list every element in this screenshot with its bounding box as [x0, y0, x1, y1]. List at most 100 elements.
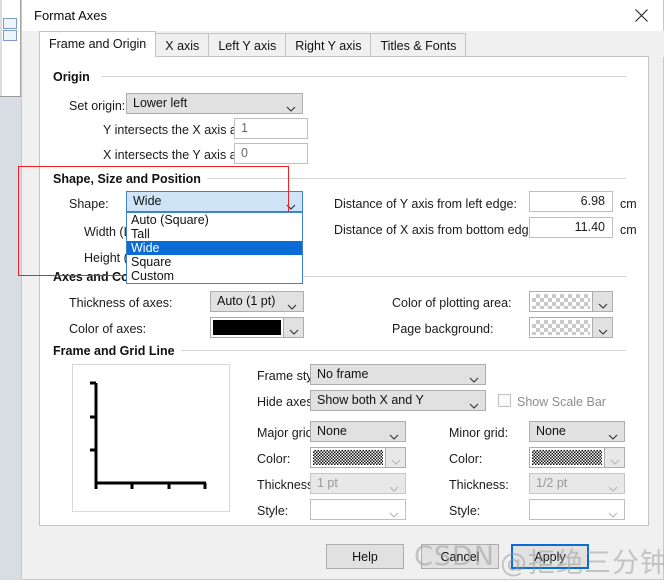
- shape-dropdown[interactable]: Wide: [126, 191, 303, 212]
- chevron-down-icon: [391, 454, 401, 468]
- chevron-down-icon: [389, 481, 399, 495]
- major-grid-label: Major grid:: [257, 426, 317, 440]
- minor-grid-label: Minor grid:: [449, 426, 509, 440]
- distance-x-input[interactable]: 11.40: [529, 217, 613, 238]
- minor-grid-thickness-dropdown[interactable]: 1/2 pt: [529, 473, 625, 494]
- shape-option-square[interactable]: Square: [127, 255, 302, 269]
- tab-frame-and-origin[interactable]: Frame and Origin: [39, 31, 157, 57]
- tab-titles-and-fonts[interactable]: Titles & Fonts: [370, 33, 467, 57]
- minor-grid-color-swatch[interactable]: [529, 447, 625, 468]
- distance-y-label: Distance of Y axis from left edge:: [334, 197, 517, 211]
- major-grid-dropdown[interactable]: None: [310, 421, 406, 442]
- minor-grid-style-label: Style:: [449, 504, 481, 518]
- shape-option-tall[interactable]: Tall: [127, 227, 302, 241]
- x-intersects-value: 0: [241, 146, 248, 160]
- distance-y-unit: cm: [620, 197, 637, 211]
- color-of-plotting-area-preview: [532, 294, 590, 309]
- apply-button[interactable]: Apply: [511, 544, 589, 569]
- major-grid-style-label: Style:: [257, 504, 289, 518]
- background-window-strip: [0, 0, 22, 580]
- dialog-title: Format Axes: [34, 8, 107, 23]
- hide-axes-dropdown[interactable]: Show both X and Y: [310, 390, 486, 411]
- color-of-plotting-area-dropdown-button[interactable]: [592, 292, 612, 311]
- background-window-row-1: [3, 18, 17, 29]
- minor-grid-thickness-value: 1/2 pt: [536, 476, 568, 490]
- major-grid-color-swatch[interactable]: [310, 447, 406, 468]
- help-button[interactable]: Help: [326, 544, 404, 569]
- minor-grid-style-dropdown[interactable]: [529, 499, 625, 520]
- major-grid-value: None: [317, 424, 347, 438]
- shape-option-auto-square[interactable]: Auto (Square): [127, 213, 302, 227]
- y-intersects-input[interactable]: 1: [234, 118, 308, 139]
- chevron-down-icon: [287, 299, 297, 313]
- page-background-swatch[interactable]: [529, 317, 613, 338]
- minor-grid-dropdown[interactable]: None: [529, 421, 625, 442]
- color-of-axes-dropdown-button[interactable]: [283, 318, 303, 337]
- tab-x-axis[interactable]: X axis: [155, 33, 210, 57]
- tab-bar: Frame and Origin X axis Left Y axis Righ…: [39, 31, 467, 57]
- format-axes-dialog: Format Axes Frame and Origin X axis Left…: [18, 0, 664, 580]
- shape-dropdown-list[interactable]: Auto (Square) Tall Wide Square Custom: [126, 212, 303, 284]
- show-scale-bar-checkbox[interactable]: [498, 394, 511, 407]
- shape-group-label: Shape, Size and Position: [53, 172, 207, 186]
- major-grid-color-preview: [313, 450, 383, 465]
- color-of-plotting-area-swatch[interactable]: [529, 291, 613, 312]
- axes-preview-graphic: [90, 381, 207, 489]
- frame-style-dropdown[interactable]: No frame: [310, 364, 486, 385]
- origin-group-rule: [102, 76, 626, 77]
- color-of-axes-label: Color of axes:: [69, 322, 147, 336]
- x-intersects-input[interactable]: 0: [234, 143, 308, 164]
- shape-option-custom[interactable]: Custom: [127, 269, 302, 283]
- chevron-down-icon: [389, 429, 399, 443]
- distance-y-value: 6.98: [580, 194, 605, 208]
- distance-x-value: 11.40: [574, 220, 605, 234]
- chevron-down-icon: [598, 324, 608, 338]
- minor-grid-thickness-label: Thickness:: [449, 478, 509, 492]
- frame-grid-group-label: Frame and Grid Line: [53, 344, 181, 358]
- thickness-of-axes-dropdown[interactable]: Auto (1 pt): [210, 291, 304, 312]
- background-window-divider: [0, 96, 22, 97]
- page-background-label: Page background:: [392, 322, 494, 336]
- major-grid-style-dropdown[interactable]: [310, 499, 406, 520]
- cancel-button[interactable]: Cancel: [421, 544, 499, 569]
- thickness-of-axes-value: Auto (1 pt): [217, 294, 276, 308]
- chevron-down-icon: [389, 507, 399, 521]
- chevron-down-icon: [598, 298, 608, 312]
- minor-grid-color-dropdown-button[interactable]: [604, 448, 624, 467]
- distance-x-unit: cm: [620, 223, 637, 237]
- color-of-plotting-area-label: Color of plotting area:: [392, 296, 512, 310]
- chevron-down-icon: [608, 507, 618, 521]
- minor-grid-value: None: [536, 424, 566, 438]
- axes-preview: [72, 364, 230, 512]
- major-grid-thickness-label: Thickness:: [257, 478, 317, 492]
- distance-y-input[interactable]: 6.98: [529, 191, 613, 212]
- shape-value: Wide: [133, 194, 162, 208]
- set-origin-dropdown[interactable]: Lower left: [126, 93, 303, 114]
- minor-grid-color-preview: [532, 450, 602, 465]
- frame-grid-group-rule: [168, 350, 626, 351]
- page-background-dropdown-button[interactable]: [592, 318, 612, 337]
- major-grid-color-label: Color:: [257, 452, 291, 466]
- frame-style-value: No frame: [317, 367, 369, 381]
- page-background-preview: [532, 320, 590, 335]
- hide-axes-label: Hide axes:: [257, 395, 317, 409]
- chevron-down-icon: [469, 372, 479, 386]
- color-of-axes-preview: [213, 320, 281, 335]
- origin-group-label: Origin: [53, 70, 96, 84]
- major-grid-thickness-value: 1 pt: [317, 476, 338, 490]
- tab-left-y-axis[interactable]: Left Y axis: [208, 33, 287, 57]
- shape-group-rule: [200, 178, 626, 179]
- tab-right-y-axis[interactable]: Right Y axis: [285, 33, 372, 57]
- background-window-row-2: [3, 30, 17, 41]
- color-of-axes-swatch[interactable]: [210, 317, 304, 338]
- hide-axes-value: Show both X and Y: [317, 393, 424, 407]
- y-intersects-value: 1: [241, 121, 248, 135]
- major-grid-color-dropdown-button[interactable]: [385, 448, 405, 467]
- close-icon[interactable]: [619, 0, 663, 31]
- chevron-down-icon: [286, 199, 296, 213]
- shape-option-wide[interactable]: Wide: [127, 241, 302, 255]
- major-grid-thickness-dropdown[interactable]: 1 pt: [310, 473, 406, 494]
- chevron-down-icon: [608, 429, 618, 443]
- shape-label: Shape:: [69, 197, 109, 211]
- minor-grid-color-label: Color:: [449, 452, 483, 466]
